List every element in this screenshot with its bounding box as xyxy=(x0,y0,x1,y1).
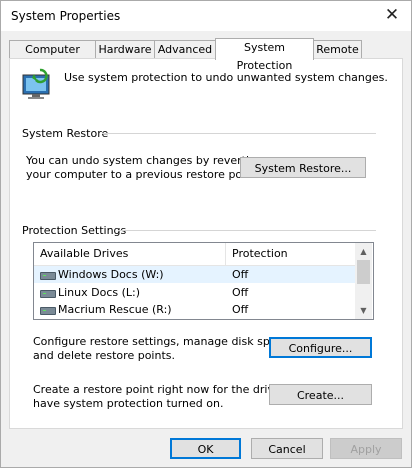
create-desc-2: have system protection turned on. xyxy=(33,397,224,410)
configure-button-label: Configure... xyxy=(288,342,353,355)
list-item[interactable]: Linux Docs (L:) Off xyxy=(34,284,364,301)
scroll-down-icon[interactable]: ▼ xyxy=(355,302,372,319)
system-restore-button[interactable]: System Restore... xyxy=(240,157,366,178)
divider xyxy=(118,230,376,231)
create-button[interactable]: Create... xyxy=(269,384,372,405)
system-protection-icon xyxy=(22,68,50,99)
ok-button-label: OK xyxy=(197,443,214,456)
create-button-label: Create... xyxy=(296,389,345,402)
configure-button[interactable]: Configure... xyxy=(269,337,372,358)
drive-protection: Off xyxy=(232,268,249,281)
drive-protection: Off xyxy=(232,286,249,299)
system-restore-desc-1: You can undo system changes by reverting xyxy=(26,154,263,167)
apply-button[interactable]: Apply xyxy=(330,438,402,459)
ok-button[interactable]: OK xyxy=(170,438,241,459)
drive-name: Macrium Rescue (R:) xyxy=(58,303,172,316)
drive-name: Windows Docs (W:) xyxy=(58,268,164,281)
configure-desc-2: and delete restore points. xyxy=(33,349,175,362)
drive-name: Linux Docs (L:) xyxy=(58,286,141,299)
protection-settings-heading: Protection Settings xyxy=(22,224,127,237)
list-header: Available Drives Protection xyxy=(34,243,364,266)
configure-desc-1: Configure restore settings, manage disk … xyxy=(33,335,293,348)
list-item[interactable]: Macrium Rescue (R:) Off xyxy=(34,301,364,318)
divider xyxy=(102,133,376,134)
scroll-up-icon[interactable]: ▲ xyxy=(355,243,372,260)
drive-icon xyxy=(40,307,56,315)
drive-icon xyxy=(40,290,56,298)
system-restore-button-label: System Restore... xyxy=(254,162,352,175)
drives-list[interactable]: Available Drives Protection Windows Docs… xyxy=(33,242,374,320)
apply-button-label: Apply xyxy=(350,443,382,456)
drive-icon xyxy=(40,272,56,280)
vertical-scrollbar[interactable]: ▲ ▼ xyxy=(355,243,372,319)
intro-text: Use system protection to undo unwanted s… xyxy=(64,71,388,84)
cancel-button[interactable]: Cancel xyxy=(251,438,323,459)
drive-protection: Off xyxy=(232,303,249,316)
column-available-drives[interactable]: Available Drives xyxy=(40,247,128,260)
scroll-thumb[interactable] xyxy=(357,260,370,284)
list-item[interactable]: Windows Docs (W:) Off xyxy=(34,266,364,283)
cancel-button-label: Cancel xyxy=(268,443,306,456)
system-restore-heading: System Restore xyxy=(22,127,109,140)
system-restore-desc-2: your computer to a previous restore poin… xyxy=(26,168,260,181)
column-protection[interactable]: Protection xyxy=(232,247,288,260)
column-separator xyxy=(225,243,226,265)
